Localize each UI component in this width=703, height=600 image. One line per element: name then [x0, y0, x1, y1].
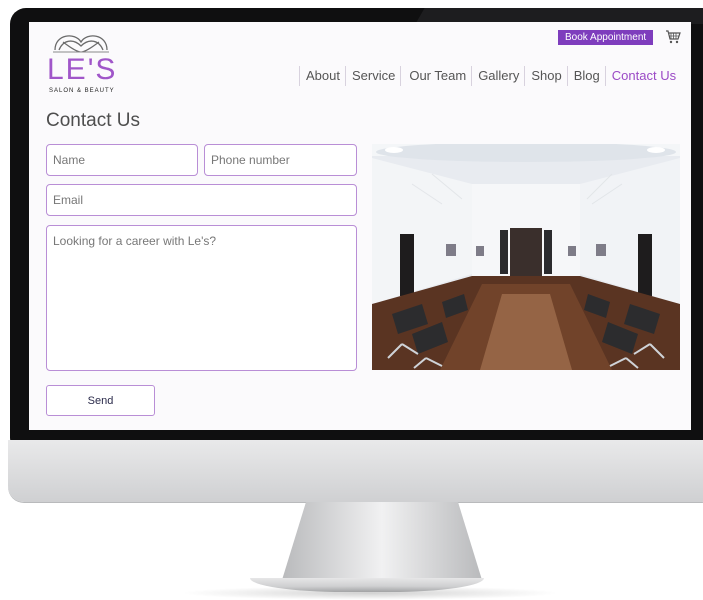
nav-our-team[interactable]: Our Team [400, 66, 471, 86]
nav-about[interactable]: About [299, 66, 345, 86]
page-title: Contact Us [46, 110, 140, 131]
send-button[interactable]: Send [46, 385, 155, 416]
monitor-chin [8, 440, 703, 502]
browser-viewport: LE'S SALON & BEAUTY Book Appointment Abo… [29, 22, 691, 430]
logo-knot-icon [53, 35, 109, 53]
nav-gallery[interactable]: Gallery [471, 66, 524, 86]
nav-blog[interactable]: Blog [566, 66, 605, 86]
monitor-stand [282, 502, 482, 580]
monitor-shadow [180, 586, 560, 600]
email-input[interactable] [46, 184, 357, 216]
main-nav: About Service Our Team Gallery Shop Blog… [299, 66, 681, 86]
name-input[interactable] [46, 144, 198, 176]
phone-input[interactable] [204, 144, 357, 176]
salon-interior-photo [372, 144, 680, 370]
nav-shop[interactable]: Shop [524, 66, 566, 86]
logo-wordmark: LE'S [47, 53, 118, 86]
book-appointment-button[interactable]: Book Appointment [558, 30, 654, 45]
site-logo[interactable]: LE'S SALON & BEAUTY [45, 28, 115, 96]
nav-service[interactable]: Service [344, 66, 400, 86]
shopping-cart-icon[interactable] [665, 30, 681, 44]
logo-tagline: SALON & BEAUTY [49, 88, 115, 94]
message-textarea[interactable] [46, 225, 357, 371]
nav-contact-us[interactable]: Contact Us [604, 66, 681, 86]
